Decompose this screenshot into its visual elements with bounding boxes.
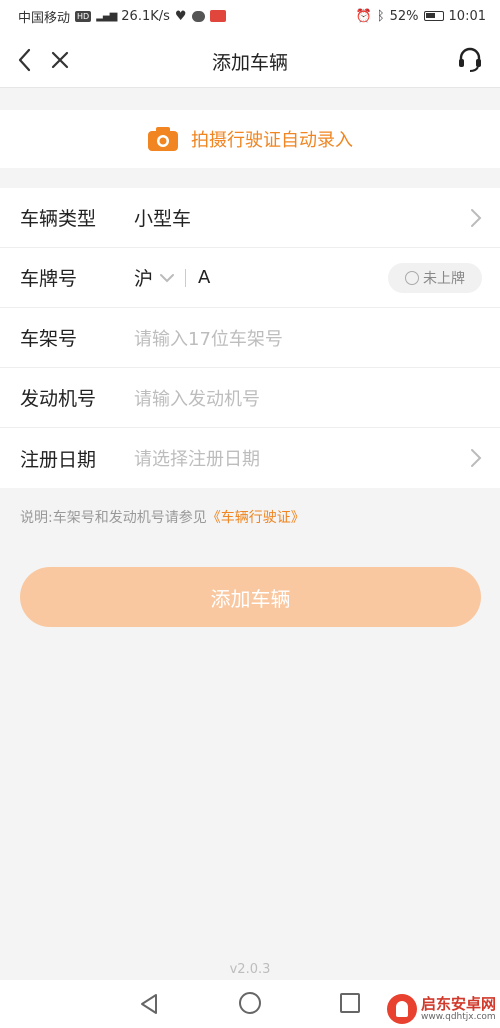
bluetooth-icon: ᛒ [376,8,385,24]
battery-percent: 52% [389,8,419,24]
vehicle-type-row[interactable]: 车辆类型 小型车 [0,188,500,248]
help-note: 说明:车架号和发动机号请参见《车辆行驶证》 [20,507,305,527]
registration-date-label: 注册日期 [20,448,97,471]
unregistered-toggle[interactable]: 未上牌 [388,263,482,293]
chevron-right-icon [471,208,482,227]
nav-bar: 添加车辆 [0,32,500,88]
plate-row: 车牌号 沪 A 未上牌 [0,248,500,308]
unregistered-label: 未上牌 [423,271,465,287]
frame-number-label: 车架号 [20,328,78,350]
scan-license-label: 拍摄行驶证自动录入 [191,130,353,151]
system-nav-bar: 启东安卓网 www.qdhtjx.com [0,980,500,1028]
signal-icon: ▂▄▆ [96,10,117,22]
watermark: 启东安卓网 www.qdhtjx.com [386,994,496,1024]
frame-number-input[interactable]: 请输入17位车架号 [134,325,283,351]
plate-divider [185,268,187,287]
hd-badge: HD [75,10,92,22]
clock-time: 10:01 [448,8,486,24]
engine-number-label: 发动机号 [20,388,97,410]
watermark-logo-icon [386,994,417,1024]
system-home-icon[interactable] [239,992,261,1014]
radio-circle-icon [405,271,419,285]
scan-license-button[interactable]: 拍摄行驶证自动录入 [0,110,500,168]
vehicle-type-value: 小型车 [134,208,192,230]
chevron-right-icon [471,449,482,467]
frame-number-row: 车架号 请输入17位车架号 [0,308,500,368]
license-link[interactable]: 《车辆行驶证》 [207,510,305,526]
battery-icon [423,11,444,21]
status-left: 中国移动 HD ▂▄▆ 26.1K/s ♥ [18,7,226,26]
system-recents-icon[interactable] [340,993,360,1013]
network-speed: 26.1K/s [121,8,170,24]
plate-label: 车牌号 [20,268,78,290]
status-bar: 中国移动 HD ▂▄▆ 26.1K/s ♥ ⏰ ᛒ 52% 10:01 [0,0,500,32]
registration-date-row[interactable]: 注册日期 请选择注册日期 [0,428,500,488]
system-back-icon[interactable] [138,992,160,1016]
customer-service-icon[interactable] [456,46,484,74]
watermark-name: 启东安卓网 [420,995,496,1013]
watermark-text: 启东安卓网 www.qdhtjx.com [421,996,496,1022]
carrier-label: 中国移动 [18,10,71,26]
vehicle-type-label: 车辆类型 [20,208,97,230]
watermark-url: www.qdhtjx.com [420,1012,496,1022]
heart-icon: ♥ [174,8,187,24]
registration-date-picker: 请选择注册日期 [134,449,260,470]
plate-province-select[interactable]: 沪 [134,264,153,291]
app-notification-icon [209,10,226,22]
app-version: v2.0.3 [229,962,271,977]
page-title: 添加车辆 [211,52,288,74]
help-note-text: 说明:车架号和发动机号请参见 [20,510,207,526]
plate-input-group: 沪 A [134,264,210,291]
camera-icon [148,127,178,151]
alarm-icon: ⏰ [355,8,372,24]
vehicle-form: 车辆类型 小型车 车牌号 沪 A 未上牌 车架号 请输入17位车架号 发动机号 … [0,188,500,488]
status-right: ⏰ ᛒ 52% 10:01 [356,9,486,24]
chat-icon [191,10,205,22]
plate-number-input[interactable]: A [198,267,210,288]
engine-number-row: 发动机号 请输入发动机号 [0,368,500,428]
chevron-down-icon[interactable] [159,273,175,283]
engine-number-input[interactable]: 请输入发动机号 [134,385,260,411]
add-vehicle-button[interactable]: 添加车辆 [20,567,481,627]
